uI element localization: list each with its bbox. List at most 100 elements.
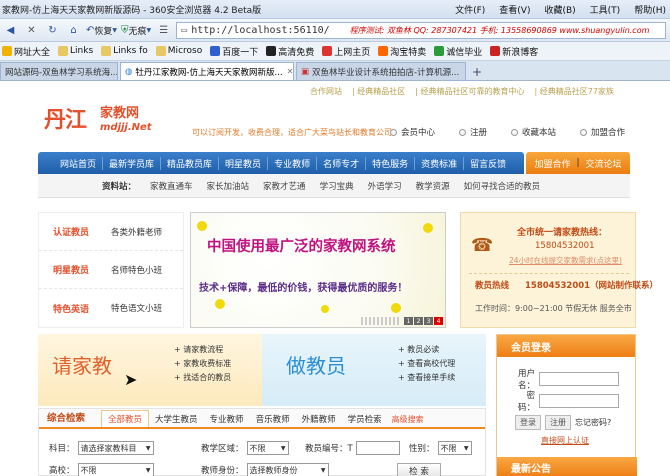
username-row: 用户名： [503,367,619,391]
pager-item[interactable]: 3 [424,317,433,325]
favorites-item[interactable]: 百度一下 [210,45,258,58]
pager-item-active[interactable]: 4 [434,317,443,325]
close-icon[interactable]: ✕ [287,67,293,76]
pager-item[interactable]: 2 [414,317,423,325]
favorites-item[interactable]: 淘宝特卖 [378,45,426,58]
subnav-item[interactable]: 家长加油站 [207,180,250,192]
join-link[interactable]: 加盟合作 [580,126,625,138]
back-arrow-icon[interactable]: ◀ [2,22,19,39]
find-tutor-link[interactable]: + 家教收费标准 [174,358,231,369]
forward-button[interactable]: ↶ 恢复 ▼ [86,22,117,39]
subnav-item[interactable]: 家教直通车 [150,180,193,192]
nav-home[interactable]: 网站首页 [54,156,104,170]
subject-select[interactable]: 请选择家教科目 ▼ [77,441,154,455]
site-logo[interactable]: 丹江 家教网 mdjjj.Net [44,100,174,140]
feature-value[interactable]: 名师特色小班 [111,264,162,276]
no-trace-button[interactable]: ⛨ 无痕 ▼ [121,22,151,39]
sub-nav: 资料站： 家教直通车 家长加油站 家教才艺通 学习宝典 外语学习 教学资源 如何… [38,174,630,198]
nav-special[interactable]: 特色服务 [366,156,416,170]
register-link[interactable]: 注册 [459,126,487,138]
feature-key[interactable]: 明星教员 [53,263,111,276]
search-tab-learners[interactable]: 学员检索 [342,411,388,427]
subnav-item[interactable]: 学习宝典 [320,180,354,192]
subnav-item[interactable]: 如何寻找合适的教员 [464,180,541,192]
find-tutor-panel[interactable]: 请家教 ➤ + 请家教流程 + 家教收费标准 + 找适合的教员 [38,334,262,406]
gender-select[interactable]: 不限 ▼ [437,441,472,455]
menu-help[interactable]: 帮助(H) [634,3,666,16]
nav-star-tutors[interactable]: 明星教员 [219,156,269,170]
top-link[interactable]: 经典精品社区77家族 [540,87,614,96]
be-tutor-link[interactable]: + 查看接单手续 [398,372,455,383]
nav-famous-teachers[interactable]: 名师专才 [317,156,367,170]
be-tutor-links: + 教员必读 + 查看高校代理 + 查看接单手续 [398,344,455,383]
feature-value[interactable]: 特色语文小班 [111,302,162,314]
nav-tutors[interactable]: 精品教员库 [161,156,220,170]
search-tab-music[interactable]: 音乐教师 [250,411,296,427]
nav-fees[interactable]: 资费标准 [415,156,465,170]
be-tutor-link[interactable]: + 查看高校代理 [398,358,455,369]
top-link[interactable]: 经典精品社区 [357,87,405,96]
forgot-password-link[interactable]: 忘记密码? [575,417,611,428]
find-tutor-link[interactable]: + 找适合的教员 [174,372,231,383]
home-icon[interactable]: ⌂ [65,22,82,39]
member-center-link[interactable]: 会员中心 [390,126,435,138]
favorites-item[interactable]: 新浪博客 [490,45,538,58]
top-link[interactable]: 经典精品社区可靠的教育中心 [421,87,525,96]
search-tab-pro[interactable]: 专业教师 [204,411,250,427]
password-input[interactable] [539,394,619,408]
find-tutor-link[interactable]: + 请家教流程 [174,344,231,355]
favorites-item[interactable]: Links fo [101,46,148,56]
feature-value[interactable]: 各类外籍老师 [111,226,162,238]
menu-view[interactable]: 查看(V) [499,3,530,16]
tutor-no-input[interactable] [355,441,400,455]
browser-tab[interactable]: ▣ 双鱼林毕业设计系统拍拍店-计算机源... [296,62,466,80]
menu-favorites[interactable]: 收藏(B) [544,3,575,16]
bookmark-link[interactable]: 收藏本站 [511,126,556,138]
address-bar[interactable]: ▭ http://localhost:56110/ 程序测试: 双鱼林 QQ: … [176,21,666,39]
school-select[interactable]: 不限 ▼ [77,463,154,476]
favorites-item[interactable]: 上网主页 [322,45,370,58]
favorites-item[interactable]: Links [58,46,93,56]
pager-item[interactable]: 1 [404,317,413,325]
advanced-search-link[interactable]: 高级搜索 [388,412,428,427]
subnav-item[interactable]: 外语学习 [368,180,402,192]
subnav-item[interactable]: 教学资源 [416,180,450,192]
online-auth-link[interactable]: 直接网上认证 [541,435,589,446]
refresh-icon[interactable]: ↻ [44,22,61,39]
new-tab-button[interactable]: + [468,64,486,80]
search-tab-all[interactable]: 全部教员 [101,410,150,427]
be-tutor-panel[interactable]: 做教员 + 教员必读 + 查看高校代理 + 查看接单手续 [262,334,486,406]
favorites-item[interactable]: 高清免费 [266,45,314,58]
area-select[interactable]: 不限 ▼ [246,441,289,455]
feature-row: 明星教员 名师特色小班 [39,251,183,289]
favorites-item[interactable]: 网址大全 [2,45,50,58]
username-input[interactable] [539,372,619,386]
search-tab-students[interactable]: 大学生教员 [149,411,204,427]
feature-key[interactable]: 认证教员 [53,225,111,238]
menu-tools[interactable]: 工具(T) [590,3,621,16]
browser-tab-active[interactable]: ◍ 牡丹江家教网-仿上海天天家教网新版... ✕ [120,62,294,80]
nav-feedback[interactable]: 留言反馈 [464,157,512,170]
nav-join[interactable]: 加盟合作 [534,157,570,170]
menu-file[interactable]: 文件(F) [455,3,485,16]
search-button[interactable]: 检 索 [397,463,441,476]
identity-select[interactable]: 选择教师身份 ▼ [246,463,329,476]
submit-request-link[interactable]: 24小时在线提交家教需求(点这里) [509,255,622,266]
nav-pro-teachers[interactable]: 专业教师 [268,156,318,170]
login-button[interactable]: 登录 [515,415,541,430]
login-box: 会员登录 用户名： 密 码： 登录 注册 忘记密码? 直接网上认证 最新公告 [496,334,637,476]
register-button[interactable]: 注册 [545,415,571,430]
stop-icon[interactable]: ✕ [23,22,40,39]
list-icon[interactable]: ☰ [155,22,172,39]
subnav-item[interactable]: 家教才艺通 [263,180,306,192]
browser-tab[interactable]: 网站源码-双鱼林学习系统海... [0,62,118,80]
favorites-item[interactable]: 诚信毕业 [434,45,482,58]
promo-banner[interactable]: 中国使用最广泛的家教网系统 技术+保障，最低的价钱，获得最优质的服务！ 1 2 … [190,212,446,328]
nav-forum[interactable]: 交流论坛 [586,157,622,170]
feature-key[interactable]: 特色英语 [53,302,111,315]
search-tab-foreign[interactable]: 外籍教师 [296,411,342,427]
nav-new-students[interactable]: 最新学员库 [103,156,162,170]
be-tutor-link[interactable]: + 教员必读 [398,344,455,355]
top-link[interactable]: 合作网站 [310,87,342,96]
favorites-item[interactable]: Microso [155,46,202,56]
